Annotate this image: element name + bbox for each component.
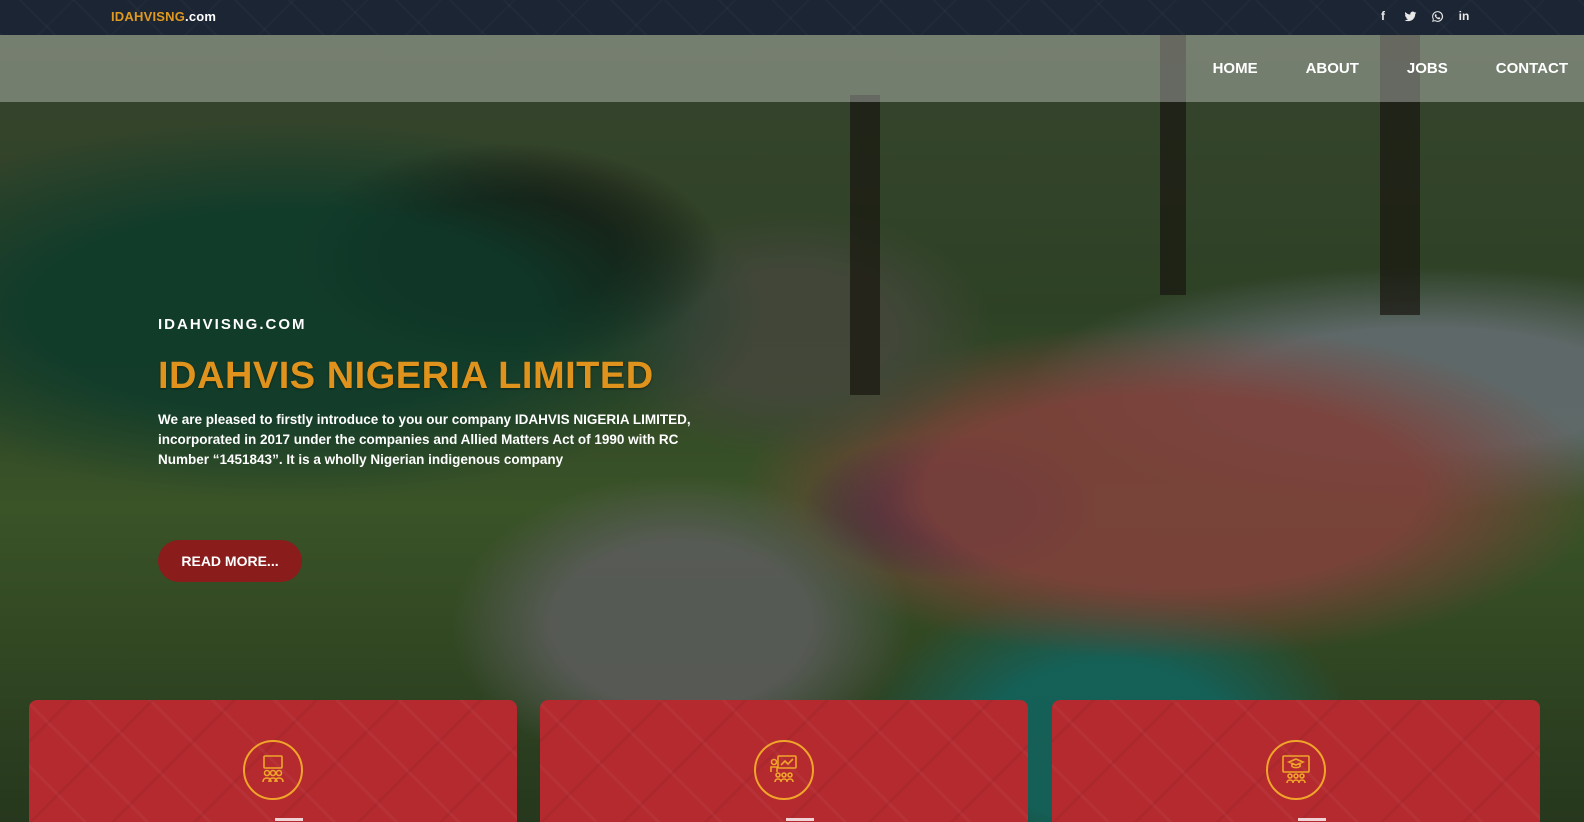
hero-description: We are pleased to firstly introduce to y… [158, 412, 691, 467]
linkedin-icon[interactable]: in [1456, 8, 1472, 24]
card-title-fragment [1298, 818, 1326, 821]
feature-card[interactable] [1052, 700, 1540, 822]
nav-contact[interactable]: CONTACT [1496, 60, 1568, 77]
graduation-classroom-icon [1266, 740, 1326, 800]
brand-domain: .com [185, 9, 217, 24]
feature-card[interactable] [540, 700, 1028, 822]
nav-jobs[interactable]: JOBS [1407, 60, 1448, 77]
brand-name: IDAHVISNG [111, 9, 186, 24]
main-navbar: HOME ABOUT JOBS CONTACT [0, 35, 1584, 102]
social-links: f in [1375, 8, 1472, 24]
hero-title: IDAHVIS NIGERIA LIMITED [158, 355, 654, 397]
card-title-fragment [786, 818, 814, 821]
feature-card[interactable] [29, 700, 517, 822]
twitter-icon[interactable] [1402, 8, 1418, 24]
read-more-button[interactable]: READ MORE... [158, 540, 302, 582]
top-bar: IDAHVISNG.com f in [0, 0, 1584, 35]
facebook-icon[interactable]: f [1375, 8, 1391, 24]
hero-content: IDAHVISNG.COM IDAHVIS NIGERIA LIMITED We… [158, 316, 718, 582]
nav-about[interactable]: ABOUT [1306, 60, 1359, 77]
group-learning-icon [243, 740, 303, 800]
presentation-audience-icon [754, 740, 814, 800]
nav-home[interactable]: HOME [1213, 60, 1258, 77]
whatsapp-icon[interactable] [1429, 8, 1445, 24]
card-title-fragment [275, 818, 303, 821]
hero-kicker: IDAHVISNG.COM [158, 316, 307, 333]
site-brand[interactable]: IDAHVISNG.com [111, 9, 216, 24]
